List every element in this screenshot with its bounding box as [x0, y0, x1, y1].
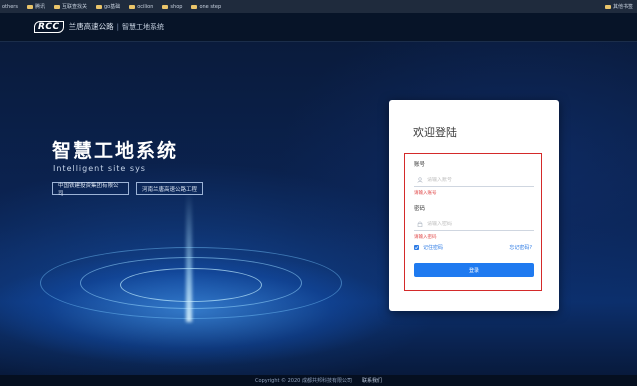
hero-title: 智慧工地系统: [52, 140, 179, 162]
bookmark-ocilion[interactable]: ocilion: [129, 4, 153, 10]
forgot-password-link[interactable]: 忘记密码?: [509, 244, 532, 251]
folder-icon: [53, 4, 60, 9]
password-field: [414, 217, 534, 231]
rcc-logo-icon: RCC: [34, 20, 64, 33]
password-label: 密码: [414, 206, 426, 212]
login-form: 账号 请输入账号 密码 请输入密码 记住密码 忘记密码? 登录: [404, 153, 542, 291]
username-error: 请输入账号: [414, 191, 437, 196]
checkbox-checked-icon: [414, 245, 419, 250]
light-beam: [186, 192, 192, 322]
header-separator: |: [116, 22, 119, 31]
login-card: 欢迎登陆 账号 请输入账号 密码 请输入密码 记住密码 忘记密码? 登录: [389, 100, 559, 311]
bookmark-shop[interactable]: shop: [162, 4, 182, 10]
lock-icon: [417, 221, 423, 227]
header-system-name: 智慧工地系统: [122, 22, 164, 31]
company-name: 兰唐高速公路: [68, 22, 114, 31]
user-icon: [417, 176, 423, 183]
tag-project: 河南兰唐高速公路工程: [136, 182, 203, 195]
bookmark-label: others: [2, 3, 18, 10]
folder-icon: [162, 4, 169, 9]
contact-us-link[interactable]: 联系我们: [362, 377, 382, 384]
bookmark-other[interactable]: 其他书签: [604, 0, 633, 13]
site-footer: Copyright © 2020 成都共邦科技有限公司 联系我们: [0, 375, 637, 386]
bookmark-label: 腾讯: [34, 4, 45, 10]
bookmark-tencent[interactable]: 腾讯: [26, 3, 45, 10]
login-title: 欢迎登陆: [413, 126, 457, 139]
bookmark-others[interactable]: others: [2, 4, 18, 10]
copyright-text: Copyright © 2020 成都共邦科技有限公司: [255, 378, 352, 384]
folder-icon: [26, 4, 33, 9]
bookmark-label: shop: [170, 3, 183, 10]
bookmark-label: 其他书签: [612, 4, 633, 10]
username-field: [414, 173, 534, 187]
username-label: 账号: [414, 162, 426, 168]
bookmark-internet[interactable]: 互联查找关: [53, 3, 87, 10]
tag-company: 中国铁建投资集团有限公司: [52, 182, 129, 197]
bookmark-label: 互联查找关: [61, 4, 87, 10]
username-input[interactable]: [427, 176, 527, 183]
bookmarks-bar: others 腾讯 互联查找关 go基础 ocilion shop one st…: [0, 0, 637, 14]
password-input[interactable]: [427, 220, 527, 227]
bookmark-label: ocilion: [137, 3, 154, 10]
remember-password-checkbox[interactable]: 记住密码: [414, 244, 443, 251]
folder-icon: [191, 4, 198, 9]
folder-icon: [604, 4, 611, 9]
site-header: RCC 兰唐高速公路 | 智慧工地系统: [0, 13, 637, 42]
remember-password-label: 记住密码: [423, 245, 444, 251]
bookmark-label: go基础: [103, 4, 121, 10]
folder-icon: [95, 4, 102, 9]
login-button[interactable]: 登录: [414, 263, 534, 277]
logo: RCC 兰唐高速公路 | 智慧工地系统: [34, 20, 164, 33]
password-error: 请输入密码: [414, 235, 437, 240]
bookmark-label: one step: [199, 3, 222, 10]
bookmark-one-step[interactable]: one step: [191, 4, 221, 10]
bookmark-go[interactable]: go基础: [95, 3, 121, 10]
hero-subtitle: Intelligent site sys: [53, 164, 146, 173]
folder-icon: [129, 4, 136, 9]
